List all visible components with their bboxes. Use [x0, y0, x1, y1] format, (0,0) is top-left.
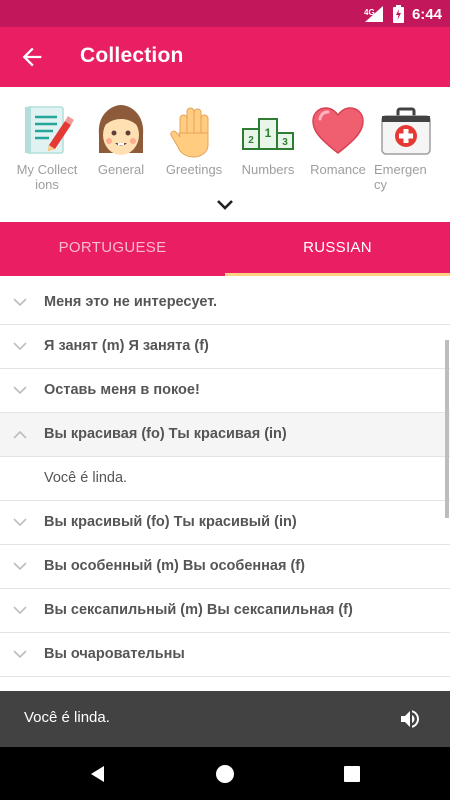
- phrase-row[interactable]: Оставь меня в покое!: [0, 369, 450, 413]
- language-tabs: PORTUGUESE RUSSIAN: [0, 222, 450, 276]
- phrase-text: Вы красивая (fo) Ты красивая (in): [44, 426, 287, 442]
- category-greetings[interactable]: Greetings: [159, 103, 229, 177]
- chevron-down-icon: [13, 650, 27, 659]
- phrase-row[interactable]: Вы красивый (fo) Ты красивый (in): [0, 501, 450, 545]
- phrase-row[interactable]: Я занят (m) Я занята (f): [0, 325, 450, 369]
- category-emergency[interactable]: Emergen cy: [374, 103, 440, 192]
- category-general[interactable]: General: [86, 103, 156, 177]
- category-label: General: [97, 162, 145, 177]
- recents-square-icon[interactable]: [342, 764, 362, 784]
- phrase-text: Вы сексапильный (m) Вы сексапильная (f): [44, 602, 353, 618]
- tab-russian[interactable]: RUSSIAN: [225, 222, 450, 276]
- category-label: Emergen cy: [374, 162, 427, 192]
- svg-text:1: 1: [265, 126, 272, 140]
- status-bar: 4G 6:44: [0, 0, 450, 27]
- chevron-down-icon: [13, 298, 27, 307]
- girl-face-icon: [98, 105, 144, 155]
- player-text: Você é linda.: [24, 709, 110, 726]
- svg-text:2: 2: [248, 135, 254, 146]
- app-bar: Collection: [0, 27, 450, 87]
- chevron-down-icon: [13, 386, 27, 395]
- phrase-text: Оставь меня в покое!: [44, 382, 200, 398]
- tab-label: PORTUGUESE: [58, 239, 167, 256]
- category-my-collections[interactable]: My Collect ions: [12, 103, 82, 192]
- phrase-row[interactable]: Вы особенный (m) Вы особенная (f): [0, 545, 450, 589]
- home-circle-icon[interactable]: [215, 764, 235, 784]
- category-strip: My Collect ions General Greetings 1 2 3 …: [0, 87, 450, 222]
- translation-row[interactable]: Você é linda.: [0, 457, 450, 501]
- scrollbar[interactable]: [445, 340, 449, 518]
- phrase-list: Меня это не интересует. Я занят (m) Я за…: [0, 281, 450, 691]
- heart-icon: [312, 107, 364, 154]
- category-romance[interactable]: Romance: [303, 103, 373, 177]
- phrase-text: Вы очаровательны: [44, 646, 185, 662]
- category-label: Romance: [310, 162, 366, 177]
- tab-label: RUSSIAN: [303, 239, 372, 256]
- phrase-text: Вы красивый (fo) Ты красивый (in): [44, 514, 297, 530]
- svg-text:3: 3: [282, 137, 288, 148]
- translation-text: Você é linda.: [44, 470, 128, 486]
- phrase-text: Меня это не интересует.: [44, 294, 218, 310]
- notepad-pencil-icon: [25, 106, 74, 154]
- tab-indicator: [225, 273, 450, 276]
- chevron-down-icon: [13, 342, 27, 351]
- category-label: Numbers: [241, 162, 295, 177]
- category-label: My Collect ions: [16, 162, 78, 192]
- tab-portuguese[interactable]: PORTUGUESE: [0, 222, 225, 276]
- chevron-down-icon: [13, 562, 27, 571]
- back-triangle-icon[interactable]: [88, 764, 108, 784]
- back-arrow-icon[interactable]: [18, 43, 46, 71]
- phrase-text: Я занят (m) Я занята (f): [44, 338, 209, 354]
- phrase-row[interactable]: Вы очаровательны: [0, 633, 450, 677]
- system-nav-bar: [0, 747, 450, 800]
- phrase-text: Вы особенный (m) Вы особенная (f): [44, 558, 305, 574]
- phrase-row-expanded[interactable]: Вы красивая (fo) Ты красивая (in): [0, 413, 450, 457]
- chevron-down-icon: [13, 518, 27, 527]
- podium-icon: 1 2 3: [242, 118, 294, 150]
- battery-icon: [392, 5, 404, 23]
- category-label: Greetings: [165, 162, 223, 177]
- waving-hand-icon: [170, 107, 209, 158]
- speaker-icon[interactable]: [398, 707, 422, 731]
- phrase-row[interactable]: Меня это не интересует.: [0, 281, 450, 325]
- network-type: 4G: [364, 8, 375, 17]
- first-aid-kit-icon: [381, 107, 431, 155]
- audio-player-bar: Você é linda.: [0, 691, 450, 747]
- chevron-up-icon: [13, 430, 27, 439]
- clock: 6:44: [411, 5, 442, 23]
- chevron-down-icon[interactable]: [216, 199, 234, 211]
- phrase-row[interactable]: Вы сексапильный (m) Вы сексапильная (f): [0, 589, 450, 633]
- chevron-down-icon: [13, 606, 27, 615]
- category-numbers[interactable]: 1 2 3 Numbers: [233, 103, 303, 177]
- page-title: Collection: [80, 44, 184, 67]
- signal-icon: 4G: [364, 6, 383, 22]
